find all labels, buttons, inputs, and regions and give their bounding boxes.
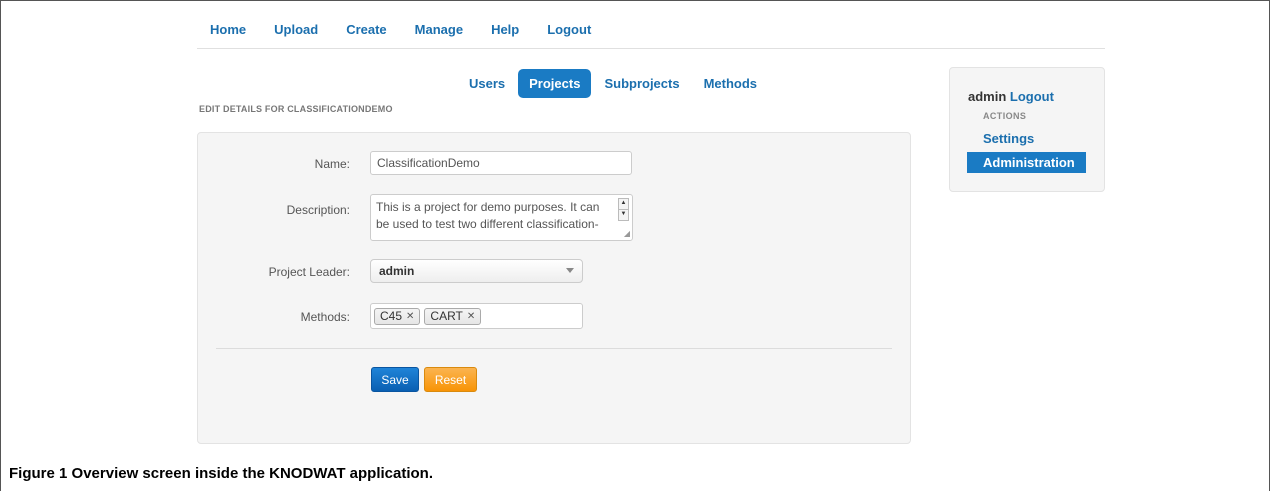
nav-logout[interactable]: Logout — [547, 22, 591, 37]
method-chip-c45: C45 ✕ — [374, 307, 421, 325]
form-divider — [216, 348, 892, 349]
nav-help[interactable]: Help — [491, 22, 519, 37]
edit-form-panel — [197, 132, 911, 444]
sidebar-logout-link[interactable]: Logout — [1010, 89, 1054, 104]
method-chip-label: C45 — [380, 309, 403, 323]
project-leader-value: admin — [379, 264, 415, 278]
save-button[interactable]: Save — [371, 367, 419, 392]
tab-methods[interactable]: Methods — [693, 69, 768, 98]
method-chip-cart: CART ✕ — [424, 307, 482, 325]
nav-manage[interactable]: Manage — [415, 22, 463, 37]
scroll-down-icon[interactable]: ▼ — [618, 209, 629, 221]
tab-users[interactable]: Users — [458, 69, 516, 98]
sub-tabs: Users Projects Subprojects Methods — [458, 69, 770, 98]
nav-home[interactable]: Home — [210, 22, 246, 37]
sidebar-user-line: admin Logout — [968, 89, 1054, 104]
figure-caption-text: Overview screen inside the KNODWAT appli… — [71, 465, 434, 482]
reset-button[interactable]: Reset — [424, 367, 477, 392]
nav-divider — [197, 48, 1105, 49]
name-label: Name: — [314, 157, 350, 171]
methods-label: Methods: — [300, 310, 350, 324]
sidebar-item-settings[interactable]: Settings — [983, 131, 1034, 146]
methods-multiselect[interactable]: C45 ✕ CART ✕ — [370, 303, 583, 329]
tab-projects[interactable]: Projects — [518, 69, 592, 98]
project-leader-label: Project Leader: — [268, 265, 350, 279]
description-label: Description: — [286, 203, 350, 217]
remove-icon[interactable]: ✕ — [406, 311, 414, 322]
description-text: This is a project for demo purposes. It … — [376, 200, 600, 231]
figure-label: Figure 1 — [9, 465, 68, 482]
sidebar-item-administration[interactable]: Administration — [967, 152, 1086, 173]
tab-subprojects[interactable]: Subprojects — [593, 69, 690, 98]
remove-icon[interactable]: ✕ — [467, 311, 475, 322]
description-textarea[interactable]: This is a project for demo purposes. It … — [370, 194, 633, 241]
sidebar-actions-heading: ACTIONS — [983, 111, 1027, 121]
sidebar-username: admin — [968, 89, 1007, 104]
resize-grip-icon[interactable]: ◢ — [624, 230, 630, 238]
name-input[interactable]: ClassificationDemo — [370, 151, 632, 175]
chevron-down-icon — [566, 268, 574, 273]
method-chip-label: CART — [430, 309, 463, 323]
figure-caption: Figure 1 Overview screen inside the KNOD… — [9, 465, 433, 482]
nav-create[interactable]: Create — [346, 22, 386, 37]
main-nav: Home Upload Create Manage Help Logout — [210, 22, 619, 37]
nav-upload[interactable]: Upload — [274, 22, 318, 37]
page-title: EDIT DETAILS FOR CLASSIFICATIONDEMO — [199, 104, 393, 114]
project-leader-select[interactable]: admin — [370, 259, 583, 283]
user-sidebar — [949, 67, 1105, 192]
